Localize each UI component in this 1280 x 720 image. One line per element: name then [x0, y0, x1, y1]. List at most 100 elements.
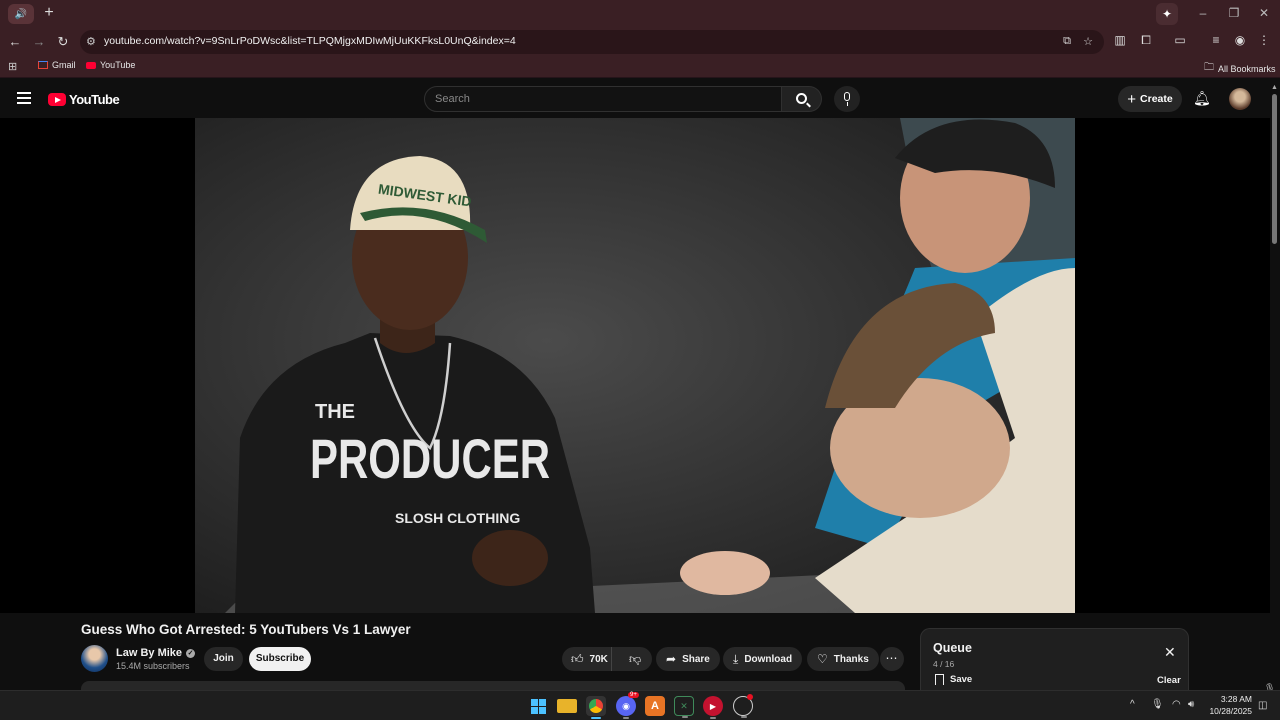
subscribe-button[interactable]: Subscribe — [249, 647, 311, 671]
url-text[interactable]: youtube.com/watch?v=9SnLrPoDWsc&list=TLP… — [104, 35, 516, 47]
save-label: Save — [950, 674, 973, 685]
browser-toolbar: ← → ↻ ⚙ youtube.com/watch?v=9SnLrPoDWsc&… — [0, 28, 1280, 56]
media-controls-icon[interactable]: ≡ — [1208, 33, 1224, 47]
search-button[interactable] — [782, 86, 822, 112]
clock-time: 3:28 AM — [1220, 694, 1252, 704]
youtube-app-icon[interactable]: ▶ — [703, 696, 723, 719]
queue-panel: Queue 4 / 16 ✕ Save Clear — [920, 628, 1189, 698]
all-bookmarks-label: All Bookmarks — [1218, 63, 1276, 74]
video-player[interactable]: THE PRODUCER SLOSH CLOTHING MIDWEST KID — [0, 118, 1270, 613]
more-actions-button[interactable]: ⋯ — [880, 647, 904, 671]
back-button[interactable]: ← — [6, 33, 24, 51]
dislike-button[interactable]: 👎︎ — [618, 652, 652, 667]
forward-button[interactable]: → — [30, 33, 48, 51]
clock-date: 10/28/2025 — [1209, 706, 1252, 716]
sweatshirt-text-producer: PRODUCER — [310, 427, 550, 490]
chrome-icon[interactable] — [586, 696, 606, 719]
youtube-logo[interactable]: YouTube — [48, 92, 120, 107]
app-icon-circle[interactable] — [733, 694, 753, 718]
queue-title: Queue — [933, 641, 972, 655]
search-input[interactable]: Search — [424, 86, 782, 112]
reload-button[interactable]: ↻ — [54, 33, 72, 51]
account-avatar[interactable] — [1229, 88, 1251, 110]
search-placeholder: Search — [435, 93, 470, 105]
channel-avatar[interactable] — [81, 645, 108, 672]
share-button[interactable]: ➦ Share — [656, 647, 720, 671]
windows-logo-icon — [530, 698, 546, 714]
plus-icon: + — [1127, 90, 1137, 108]
taskbar-clock[interactable]: 3:28 AM 10/28/2025 — [1208, 693, 1252, 717]
thanks-button[interactable]: ♡ Thanks — [807, 647, 879, 671]
all-bookmarks[interactable]: 🗀 All Bookmarks — [1204, 60, 1276, 77]
like-button[interactable]: 👍︎ 70K — [562, 647, 613, 671]
folder-icon: 🗀 — [1204, 62, 1214, 73]
thanks-heart-dollar-icon: ♡ — [817, 652, 828, 666]
guide-menu-icon[interactable] — [17, 92, 31, 107]
close-queue-icon[interactable]: ✕ — [1164, 645, 1176, 659]
voice-search-button[interactable] — [834, 86, 860, 112]
new-tab-button[interactable]: + — [40, 4, 58, 22]
windows-taskbar: ◉ 9+ A ✕ ▶ ^ 🎙︎ ◠ 🔊︎ 3:28 AM 10/28/2025 … — [0, 690, 1280, 720]
extension-icon[interactable]: ▥ — [1112, 33, 1128, 47]
profile-icon[interactable]: ◉ — [1232, 33, 1248, 47]
split-view-icon[interactable]: ▭ — [1172, 33, 1188, 47]
video-frame[interactable]: THE PRODUCER SLOSH CLOTHING MIDWEST KID — [195, 118, 1075, 613]
create-label: Create — [1140, 93, 1173, 105]
bookmark-label: YouTube — [100, 60, 136, 70]
volume-icon[interactable]: 🔊︎ — [1188, 699, 1194, 710]
address-bar[interactable]: ⚙ youtube.com/watch?v=9SnLrPoDWsc&list=T… — [80, 30, 1104, 54]
download-button[interactable]: ⤓ Download — [723, 647, 803, 671]
sweatshirt-text-slosh: SLOSH CLOTHING — [395, 510, 520, 526]
scrollbar-thumb[interactable] — [1272, 94, 1277, 244]
like-dislike-group: 👍︎ 70K 👎︎ — [562, 647, 652, 671]
close-window-button[interactable]: ✕ — [1257, 6, 1271, 20]
bookmark-star-icon[interactable]: ☆ — [1081, 35, 1095, 48]
apps-grid-icon[interactable]: ⊞ — [8, 60, 17, 73]
thumbs-down-icon: 👎︎ — [629, 651, 642, 666]
start-button[interactable] — [528, 696, 548, 716]
queue-position: 4 / 16 — [933, 659, 955, 669]
join-button[interactable]: Join — [204, 647, 243, 671]
bookmark-youtube[interactable]: YouTube — [86, 60, 135, 70]
show-hidden-icons-icon[interactable]: ^ — [1130, 699, 1135, 710]
search-icon — [796, 93, 807, 104]
download-icon: ⤓ — [733, 651, 739, 666]
gemini-icon[interactable]: ✦ — [1156, 3, 1178, 25]
minimize-button[interactable]: – — [1196, 6, 1210, 20]
site-info-icon[interactable]: ⚙ — [86, 35, 96, 48]
install-app-icon[interactable]: ⧉ — [1060, 35, 1074, 48]
thumbs-up-icon: 👍︎ — [571, 651, 584, 666]
file-explorer-icon[interactable] — [557, 699, 577, 713]
channel-name-link[interactable]: Law By Mike ✓ — [116, 647, 196, 659]
excel-like-icon[interactable]: ✕ — [674, 696, 694, 718]
bookmark-gmail[interactable]: Gmail — [38, 60, 76, 70]
notifications-bell-icon[interactable]: 🔔︎ — [1193, 90, 1211, 106]
gmail-icon — [38, 61, 48, 69]
video-scene-illustration: THE PRODUCER SLOSH CLOTHING MIDWEST KID — [195, 118, 1075, 613]
page-scrollbar[interactable]: ▲ — [1270, 84, 1278, 684]
app-icon-a[interactable]: A — [645, 696, 665, 716]
youtube-play-icon — [48, 93, 66, 106]
download-label: Download — [744, 653, 793, 665]
save-queue-button[interactable]: Save — [935, 674, 972, 685]
restore-button[interactable]: ❐ — [1227, 6, 1241, 20]
logo-text: YouTube — [69, 92, 120, 107]
wifi-icon[interactable]: ◠ — [1172, 699, 1181, 710]
discord-icon[interactable]: ◉ 9+ — [616, 692, 639, 719]
bookmarks-bar: ⊞ Gmail YouTube 🗀 All Bookmarks — [0, 56, 1280, 78]
notification-badge: 9+ — [628, 692, 639, 698]
youtube-icon — [86, 61, 96, 69]
menu-icon[interactable]: ⋮ — [1256, 33, 1272, 47]
microphone-icon — [844, 92, 850, 101]
clear-queue-button[interactable]: Clear — [1157, 675, 1181, 686]
extensions-puzzle-icon[interactable]: ⧠ — [1138, 33, 1154, 48]
thanks-label: Thanks — [833, 653, 869, 665]
create-button[interactable]: + Create — [1118, 86, 1182, 112]
microphone-tray-icon[interactable]: 🎙︎ — [1151, 699, 1164, 710]
subscriber-count: 15.4M subscribers — [116, 661, 190, 671]
audio-tab-icon[interactable]: 🔊 — [8, 4, 34, 24]
like-count: 70K — [589, 653, 608, 665]
share-arrow-icon: ➦ — [666, 652, 677, 666]
youtube-masthead: YouTube Search + Create 🔔︎ — [0, 80, 1280, 118]
notification-center-icon[interactable]: ◫ — [1258, 700, 1267, 711]
